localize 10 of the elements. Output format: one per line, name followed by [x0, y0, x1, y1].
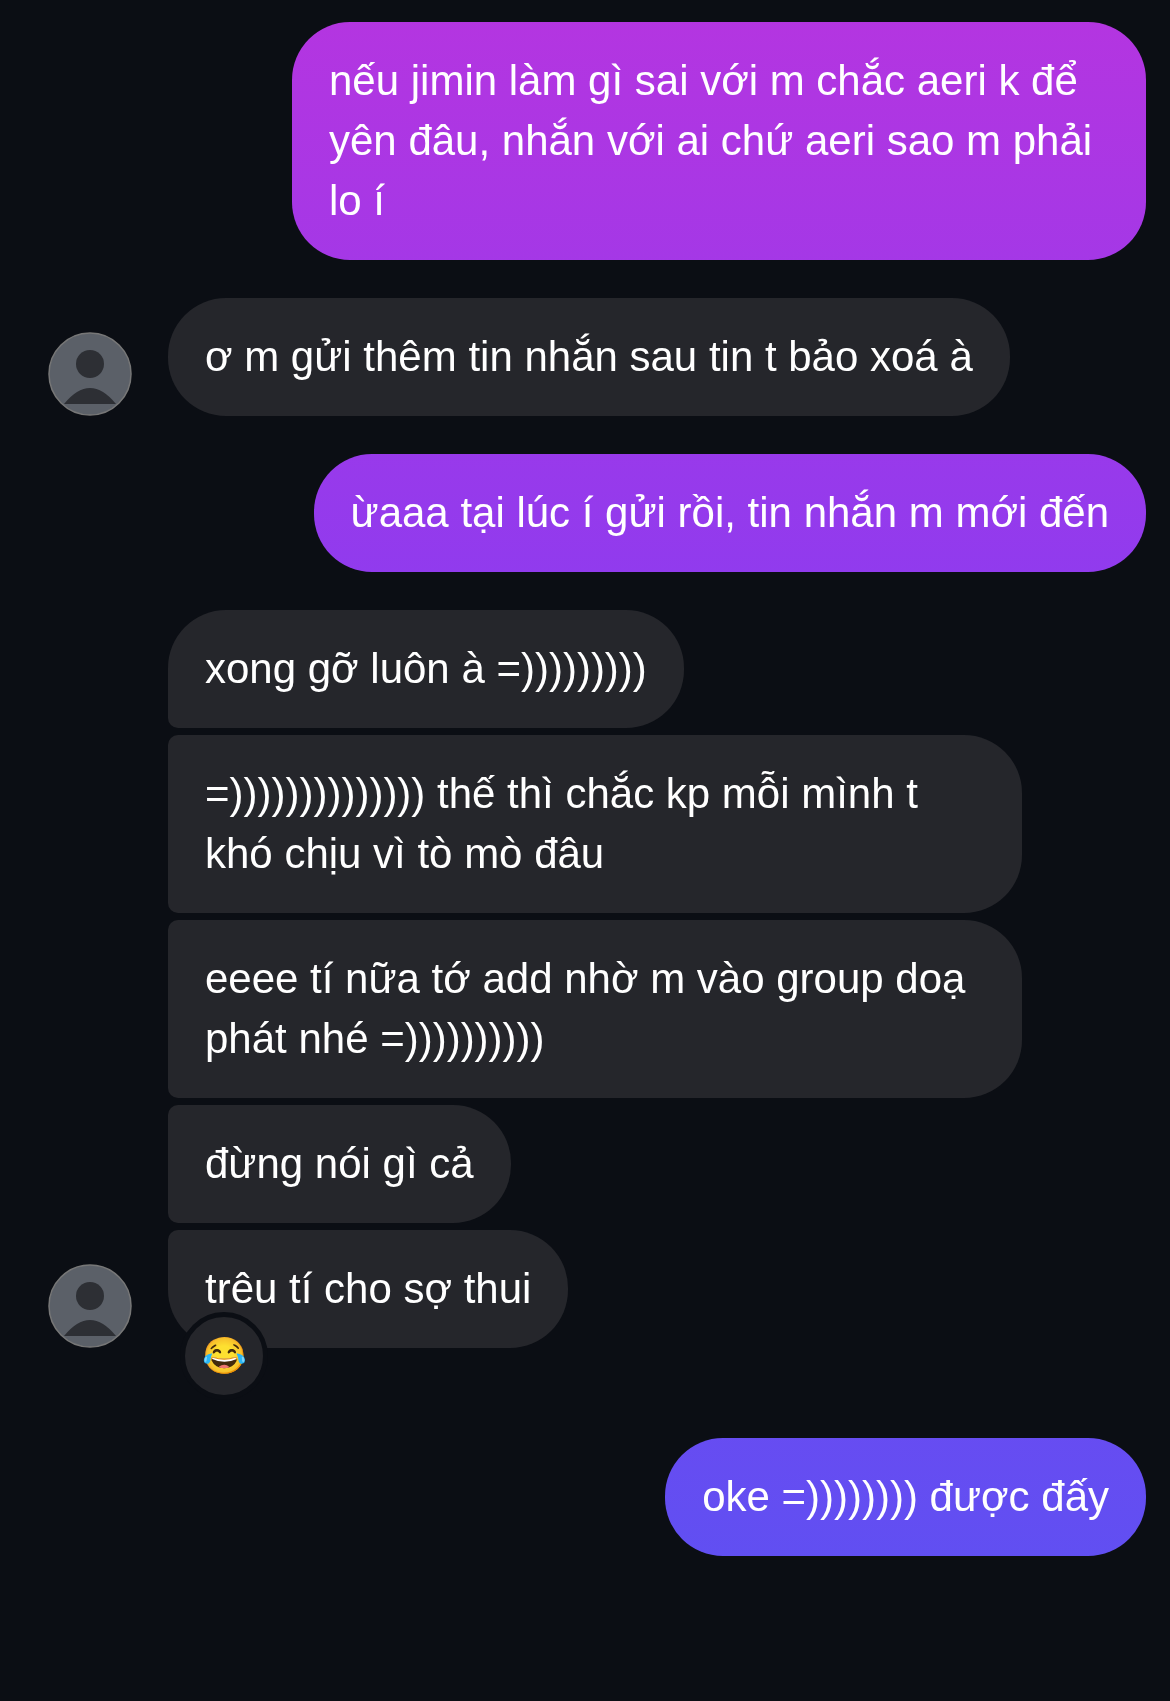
message-bubble[interactable]: nếu jimin làm gì sai với m chắc aeri k để yên đâu, nhắn với ai chứ aeri sao m phải lo í — [292, 22, 1146, 260]
avatar-icon[interactable] — [48, 1264, 132, 1348]
message-bubble[interactable]: xong gỡ luôn à =))))))))) — [168, 610, 684, 728]
message-bubble[interactable]: =)))))))))))))) thế thì chắc kp mỗi mình t khó chịu vì tò mò đâu — [168, 735, 1022, 913]
message-bubble[interactable]: ừaaa tại lúc í gửi rồi, tin nhắn m mới đến — [313, 454, 1146, 572]
message-bubble[interactable]: ơ m gửi thêm tin nhắn sau tin t bảo xoá à — [168, 298, 1010, 416]
message-bubble[interactable]: eeee tí nữa tớ add nhờ m vào group doạ phát nhé =)))))))))) — [168, 920, 1022, 1098]
avatar-icon[interactable] — [48, 332, 132, 416]
message-bubble[interactable]: oke =)))))))) được đấy — [665, 1438, 1146, 1556]
message-bubble[interactable]: đừng nói gì cả — [168, 1105, 511, 1223]
